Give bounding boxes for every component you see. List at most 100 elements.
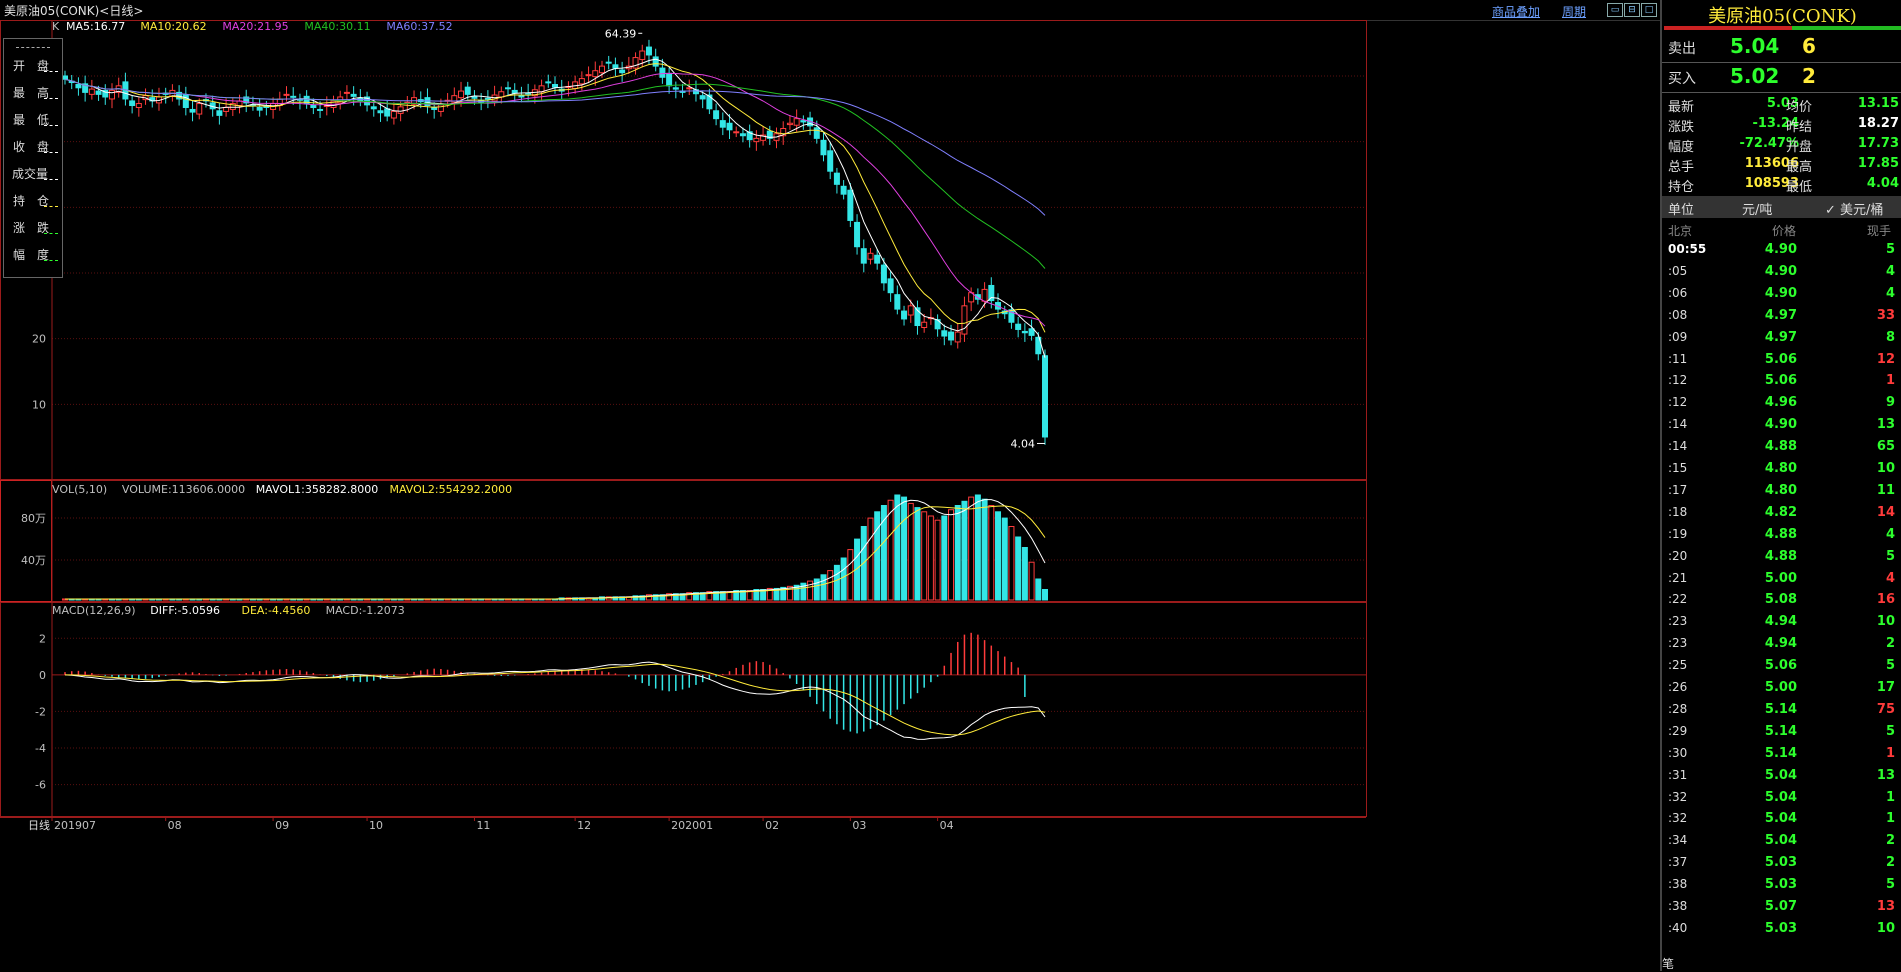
candle-body [135, 103, 142, 108]
unit-yuan-option[interactable]: 元/吨 [1742, 199, 1772, 218]
tick-time: :32 [1668, 811, 1688, 826]
candle-body [397, 106, 404, 114]
tick-row: :34 5.04 2 [1662, 831, 1901, 853]
vol-legend-3: MAVOL2:554292.2000 [390, 483, 513, 496]
stat-label: 持仓 [1668, 180, 1695, 195]
tick-price: 5.06 [1764, 373, 1797, 389]
candle-body [793, 118, 800, 126]
candle-body [216, 110, 223, 116]
tick-time: :06 [1668, 285, 1688, 300]
candle-body [901, 310, 908, 320]
candle-body [719, 120, 726, 128]
tick-time: :12 [1668, 395, 1688, 410]
x-tick-label: 201907 [54, 819, 96, 832]
tick-row: :11 5.06 12 [1662, 350, 1901, 372]
candle-body [88, 88, 95, 95]
candle-body [95, 90, 102, 95]
tick-price: 4.96 [1764, 395, 1797, 411]
volume-bar [1035, 578, 1042, 601]
candle-body [189, 108, 196, 113]
macd-histogram [64, 632, 1026, 734]
tick-time: :22 [1668, 592, 1688, 607]
stat-value: 18.27 [1857, 116, 1899, 131]
candle-body [256, 106, 263, 111]
tick-price: 4.90 [1764, 263, 1797, 279]
tick-volume: 5 [1885, 658, 1895, 674]
k-label: K [52, 20, 60, 33]
candle-body [786, 122, 793, 126]
col-volume-header: 现手 [1867, 224, 1892, 238]
tick-volume: 2 [1885, 855, 1895, 871]
tick-row: :06 4.90 4 [1662, 284, 1901, 306]
low-annotation: 4.04 [1011, 437, 1036, 450]
overlay-commodity-link[interactable]: 商品叠加 [1492, 3, 1540, 20]
tick-volume: 14 [1876, 504, 1895, 520]
macd-tick-label: -4 [35, 742, 46, 755]
candle-body [310, 105, 317, 108]
tick-time: :21 [1668, 570, 1688, 585]
tick-row: :38 5.07 13 [1662, 897, 1901, 919]
period-link[interactable]: 周期 [1562, 3, 1586, 20]
tick-volume: 1 [1885, 373, 1895, 389]
legend-row: 最低 [4, 107, 62, 131]
stat-label: 最新 [1668, 100, 1695, 115]
legend-swatch [44, 206, 58, 208]
tick-time: :40 [1668, 920, 1688, 935]
tick-price: 5.03 [1764, 877, 1797, 893]
tick-row: :09 4.97 8 [1662, 328, 1901, 350]
tick-row: :32 5.04 1 [1662, 788, 1901, 810]
tick-row: :25 5.06 5 [1662, 656, 1901, 678]
tile-icon[interactable]: ⊟ [1624, 3, 1640, 17]
candle-body [464, 86, 471, 95]
tick-row: :19 4.88 4 [1662, 525, 1901, 547]
title-underline-green [1792, 26, 1901, 30]
tick-row: :08 4.97 33 [1662, 306, 1901, 328]
volume-bar [1042, 589, 1048, 601]
volume-bar [840, 557, 847, 601]
tick-time: :23 [1668, 614, 1688, 629]
footer-tab[interactable]: 笔 [1662, 955, 1674, 972]
tick-price: 4.88 [1764, 548, 1797, 564]
volume-bar [981, 498, 988, 601]
buy-volume: 2 [1802, 64, 1816, 88]
volume-bar [974, 494, 981, 601]
tick-row: :31 5.04 13 [1662, 766, 1901, 788]
legend-label: 成交量 [12, 167, 49, 181]
tick-volume: 13 [1876, 899, 1895, 914]
tick-row: 00:55 4.90 5 [1662, 240, 1901, 262]
tick-volume: 11 [1876, 482, 1895, 498]
restore-icon[interactable]: ▭ [1607, 3, 1623, 17]
tick-price: 4.80 [1764, 461, 1797, 476]
stat-label: 昨结 [1786, 120, 1813, 135]
tick-list[interactable]: 00:55 4.90 5:05 4.90 4:06 4.90 4:08 4.97 33:09 4.… [1662, 240, 1901, 950]
unit-usd-option[interactable]: ✓ 美元/桶 [1825, 199, 1883, 218]
volume-bar [827, 570, 834, 601]
ma-legend-1: MA10:20.62 [140, 20, 206, 33]
tick-volume: 1 [1885, 745, 1895, 761]
legend-swatch [44, 71, 58, 73]
tick-volume: 5 [1885, 723, 1895, 739]
tick-time: :26 [1668, 680, 1688, 694]
stat-value: 13.15 [1857, 96, 1899, 111]
candle-body [666, 72, 673, 87]
tick-price: 4.80 [1764, 482, 1797, 498]
volume-tick-label: 40万 [21, 554, 46, 567]
volume-bar [894, 494, 901, 601]
candle-body [874, 254, 881, 264]
chart-area[interactable]: 302010KMA5:16.77MA10:20.62MA20:21.95MA40… [0, 20, 1660, 971]
legend-row: 开盘 [4, 53, 62, 77]
stat-value: 17.85 [1857, 156, 1899, 171]
tick-time: :14 [1668, 417, 1688, 432]
maximize-icon[interactable]: □ [1641, 3, 1657, 17]
x-tick-label: 04 [940, 819, 954, 832]
tick-price: 5.14 [1764, 701, 1797, 717]
tick-row: :15 4.80 10 [1662, 459, 1901, 481]
tick-time: :32 [1668, 789, 1688, 804]
tick-volume: 2 [1885, 833, 1895, 849]
candle-body [672, 87, 679, 90]
tick-volume: 33 [1876, 307, 1895, 323]
candle-body [894, 294, 901, 310]
tick-volume: 13 [1876, 417, 1895, 433]
tick-price: 5.04 [1764, 811, 1797, 827]
volume-bar [833, 564, 840, 601]
